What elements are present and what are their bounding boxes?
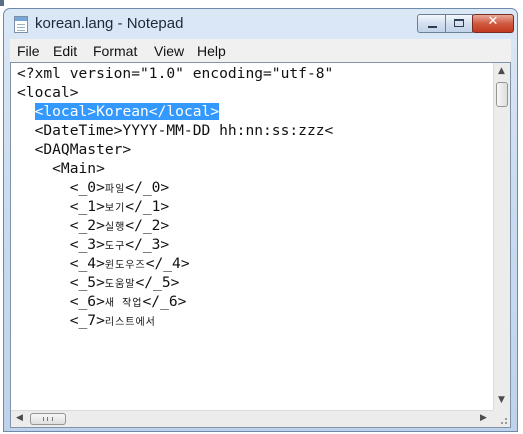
horizontal-scrollbar[interactable]: ◀ ▶	[11, 410, 493, 427]
text-line: <local>Korean</local>	[17, 102, 220, 121]
text-line: <Main>	[17, 160, 105, 177]
notepad-window: korean.lang - Notepad ✕ File Edit Format…	[3, 8, 518, 432]
text-line: <_3>도구</_3>	[17, 236, 170, 253]
editor-area: <?xml version="1.0" encoding="utf-8" <loc…	[10, 62, 511, 428]
text-line: <_5>도움말</_5>	[17, 274, 180, 291]
scroll-up-icon[interactable]: ▲	[498, 67, 505, 76]
menu-view[interactable]: View	[154, 43, 184, 59]
menu-help[interactable]: Help	[197, 43, 226, 59]
menu-bar: File Edit Format View Help	[10, 39, 511, 62]
text-line: <_6>새 작업</_6>	[17, 293, 187, 310]
scroll-left-icon[interactable]: ◀	[16, 414, 23, 423]
menu-edit[interactable]: Edit	[53, 43, 77, 59]
minimize-icon	[428, 26, 437, 28]
vertical-scroll-thumb[interactable]	[496, 82, 508, 107]
text-line: <local>	[17, 84, 79, 101]
desktop-edge	[0, 0, 4, 6]
selected-text: <local>Korean</local>	[34, 103, 220, 120]
text-line: <?xml version="1.0" encoding="utf-8"	[17, 65, 334, 82]
scroll-down-icon[interactable]: ▼	[498, 396, 505, 405]
text-line: <_4>윈도우즈</_4>	[17, 255, 190, 272]
maximize-icon	[454, 19, 464, 27]
notepad-icon[interactable]	[14, 16, 28, 33]
text-line: <_2>실행</_2>	[17, 217, 170, 234]
text-line: <_1>보기</_1>	[17, 198, 170, 215]
menu-file[interactable]: File	[17, 43, 40, 59]
text-line: <DateTime>YYYY-MM-DD hh:nn:ss:zzz<	[17, 122, 334, 139]
text-line: <_0>파일</_0>	[17, 179, 170, 196]
close-button[interactable]: ✕	[472, 14, 514, 33]
scroll-right-icon[interactable]: ▶	[480, 414, 487, 423]
text-line: <DAQMaster>	[17, 141, 132, 158]
text-editor[interactable]: <?xml version="1.0" encoding="utf-8" <loc…	[11, 63, 493, 410]
window-title: korean.lang - Notepad	[35, 15, 184, 32]
vertical-scrollbar[interactable]: ▲ ▼	[493, 63, 510, 410]
maximize-button[interactable]	[445, 14, 473, 33]
resize-grip-icon[interactable]	[493, 410, 510, 427]
thumb-grip-icon	[43, 417, 53, 421]
horizontal-scroll-thumb[interactable]	[30, 413, 66, 425]
title-bar[interactable]: korean.lang - Notepad ✕	[4, 9, 517, 39]
minimize-button[interactable]	[417, 14, 446, 33]
close-icon: ✕	[487, 14, 499, 29]
text-line: <_7>리스트에서	[17, 312, 156, 329]
menu-format[interactable]: Format	[93, 43, 137, 59]
